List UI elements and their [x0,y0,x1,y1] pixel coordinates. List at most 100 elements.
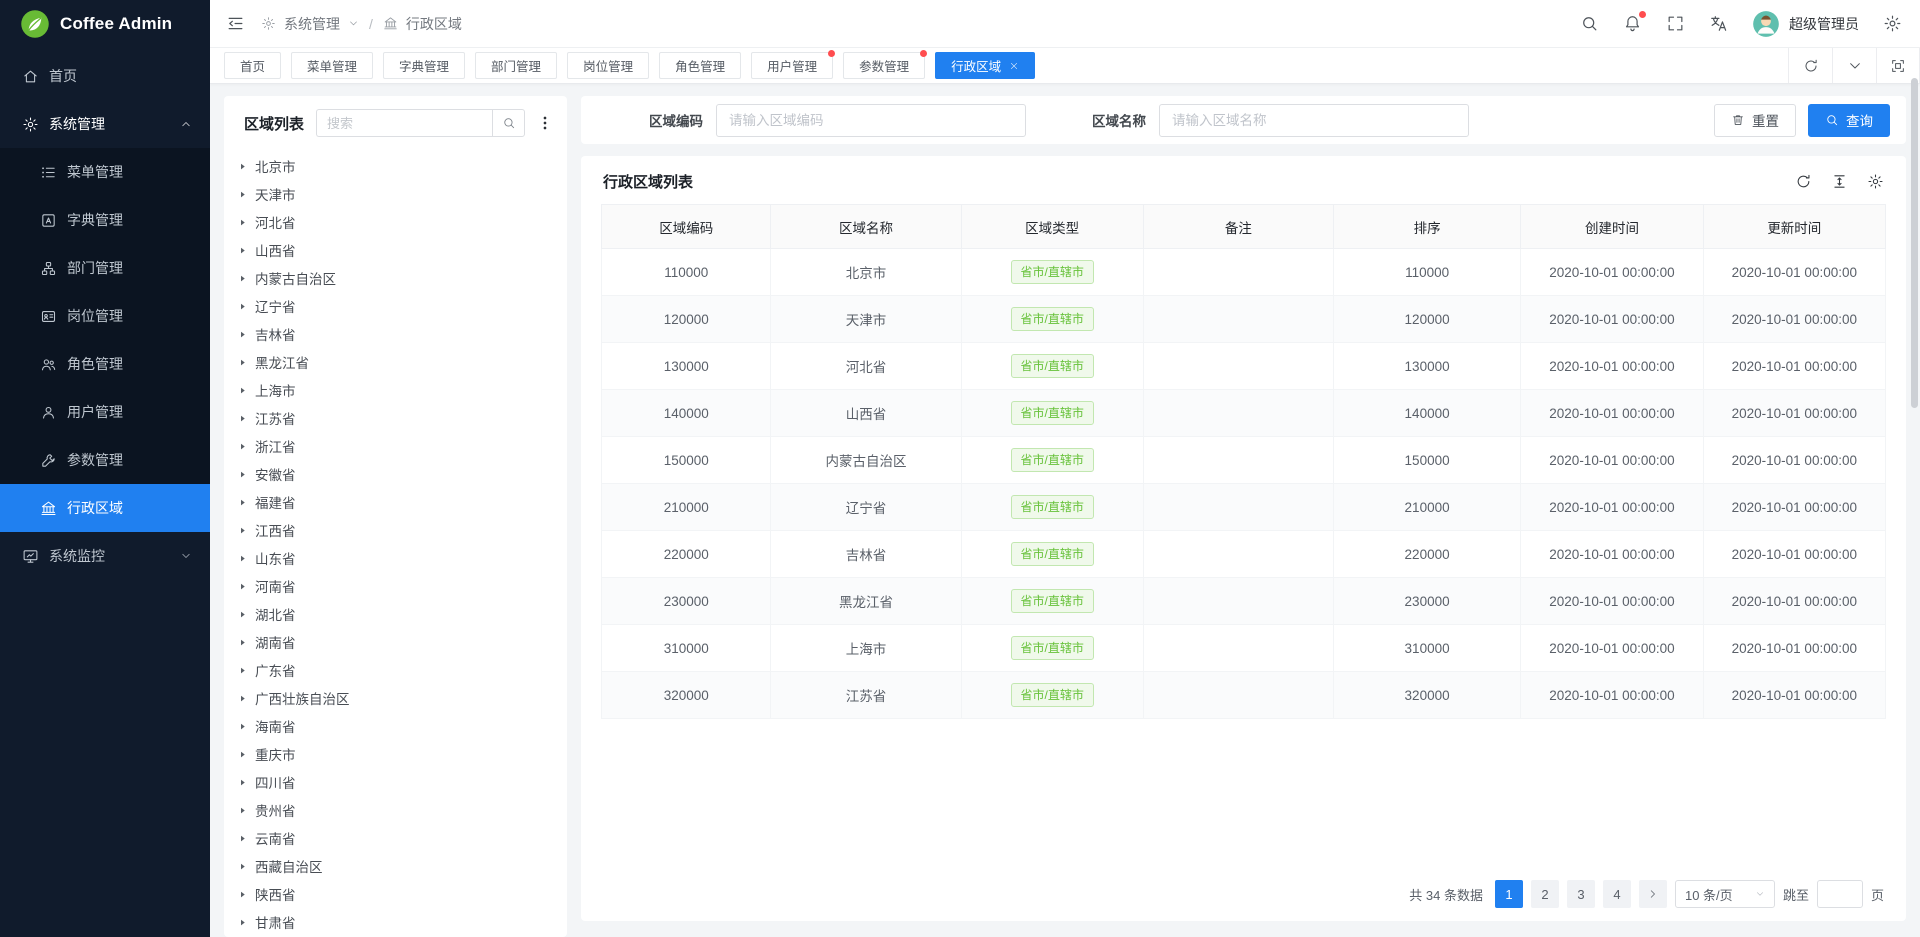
caret-right-icon[interactable] [238,666,247,675]
user-menu[interactable]: 超级管理员 [1752,10,1859,38]
caret-right-icon[interactable] [238,190,247,199]
tree-item[interactable]: 山东省 [238,544,567,572]
tree-item[interactable]: 湖南省 [238,628,567,656]
region-code-input[interactable] [716,104,1026,137]
tab[interactable]: 角色管理 [659,52,741,79]
sidebar-item[interactable]: 角色管理 [0,340,210,388]
caret-right-icon[interactable] [238,750,247,759]
caret-right-icon[interactable] [238,330,247,339]
tree-item[interactable]: 四川省 [238,768,567,796]
caret-right-icon[interactable] [238,162,247,171]
tree-item[interactable]: 云南省 [238,824,567,852]
caret-right-icon[interactable] [238,246,247,255]
tree-item[interactable]: 浙江省 [238,432,567,460]
page-button[interactable]: 4 [1603,880,1631,908]
sidebar-item[interactable]: 系统管理 [0,100,210,148]
settings-gear-icon[interactable] [1883,14,1902,33]
caret-right-icon[interactable] [238,694,247,703]
caret-right-icon[interactable] [238,918,247,927]
sidebar-item[interactable]: 系统监控 [0,532,210,580]
tree-search-input[interactable] [316,109,492,137]
tab[interactable]: 用户管理 [751,52,833,79]
caret-right-icon[interactable] [238,778,247,787]
caret-right-icon[interactable] [238,498,247,507]
fullscreen-icon[interactable] [1666,14,1685,33]
sidebar-item[interactable]: 参数管理 [0,436,210,484]
tab[interactable]: 行政区域 [935,52,1035,79]
tree-item[interactable]: 广西壮族自治区 [238,684,567,712]
tab[interactable]: 岗位管理 [567,52,649,79]
caret-right-icon[interactable] [238,414,247,423]
caret-right-icon[interactable] [238,386,247,395]
tree-item[interactable]: 广东省 [238,656,567,684]
caret-right-icon[interactable] [238,862,247,871]
tab[interactable]: 菜单管理 [291,52,373,79]
region-name-input[interactable] [1159,104,1469,137]
caret-right-icon[interactable] [238,806,247,815]
next-page-button[interactable] [1639,880,1667,908]
tree-item[interactable]: 贵州省 [238,796,567,824]
page-button[interactable]: 1 [1495,880,1523,908]
tree-item[interactable]: 山西省 [238,236,567,264]
caret-right-icon[interactable] [238,834,247,843]
tree-item[interactable]: 北京市 [238,152,567,180]
scrollbar-thumb[interactable] [1911,78,1918,408]
notifications-button[interactable] [1623,14,1642,33]
tree-item[interactable]: 河北省 [238,208,567,236]
sidebar-item[interactable]: 用户管理 [0,388,210,436]
caret-right-icon[interactable] [238,582,247,591]
search-icon[interactable] [1580,14,1599,33]
caret-right-icon[interactable] [238,470,247,479]
caret-right-icon[interactable] [238,358,247,367]
tree-item[interactable]: 天津市 [238,180,567,208]
refresh-button[interactable] [1788,48,1832,83]
tree-item[interactable]: 湖北省 [238,600,567,628]
caret-right-icon[interactable] [238,442,247,451]
tree-search-button[interactable] [492,109,525,137]
close-icon[interactable] [1009,61,1019,71]
refresh-icon[interactable] [1795,173,1812,190]
caret-right-icon[interactable] [238,302,247,311]
caret-right-icon[interactable] [238,274,247,283]
tree-item[interactable]: 江西省 [238,516,567,544]
sidebar-item[interactable]: 字典管理 [0,196,210,244]
caret-right-icon[interactable] [238,526,247,535]
tree-item[interactable]: 海南省 [238,712,567,740]
sidebar-item[interactable]: 菜单管理 [0,148,210,196]
page-button[interactable]: 2 [1531,880,1559,908]
translate-icon[interactable] [1709,14,1728,33]
caret-right-icon[interactable] [238,890,247,899]
tree-item[interactable]: 重庆市 [238,740,567,768]
tab[interactable]: 部门管理 [475,52,557,79]
tree-item[interactable]: 黑龙江省 [238,348,567,376]
tree-item[interactable]: 吉林省 [238,320,567,348]
tree-item[interactable]: 上海市 [238,376,567,404]
tree-item[interactable]: 福建省 [238,488,567,516]
sidebar-item[interactable]: 行政区域 [0,484,210,532]
reset-button[interactable]: 重置 [1714,104,1796,137]
caret-right-icon[interactable] [238,554,247,563]
column-height-icon[interactable] [1831,173,1848,190]
search-button[interactable]: 查询 [1808,104,1890,137]
sidebar-item[interactable]: 部门管理 [0,244,210,292]
sidebar-item[interactable]: 首页 [0,52,210,100]
tree-item[interactable]: 江苏省 [238,404,567,432]
tree-item[interactable]: 内蒙古自治区 [238,264,567,292]
kebab-menu-icon[interactable] [537,114,553,132]
tab[interactable]: 首页 [224,52,281,79]
tree-item[interactable]: 安徽省 [238,460,567,488]
caret-right-icon[interactable] [238,218,247,227]
tree-item[interactable]: 河南省 [238,572,567,600]
page-button[interactable]: 3 [1567,880,1595,908]
sidebar-item[interactable]: 岗位管理 [0,292,210,340]
tab[interactable]: 字典管理 [383,52,465,79]
tab[interactable]: 参数管理 [843,52,925,79]
tree-item[interactable]: 辽宁省 [238,292,567,320]
tree-item[interactable]: 甘肃省 [238,908,567,936]
breadcrumb-section[interactable]: 系统管理 [284,14,340,34]
page-size-select[interactable]: 10 条/页 [1675,880,1775,908]
tree-item[interactable]: 陕西省 [238,880,567,908]
tree-item[interactable]: 西藏自治区 [238,852,567,880]
menu-fold-icon[interactable] [226,14,245,33]
chevron-down-button[interactable] [1832,48,1876,83]
